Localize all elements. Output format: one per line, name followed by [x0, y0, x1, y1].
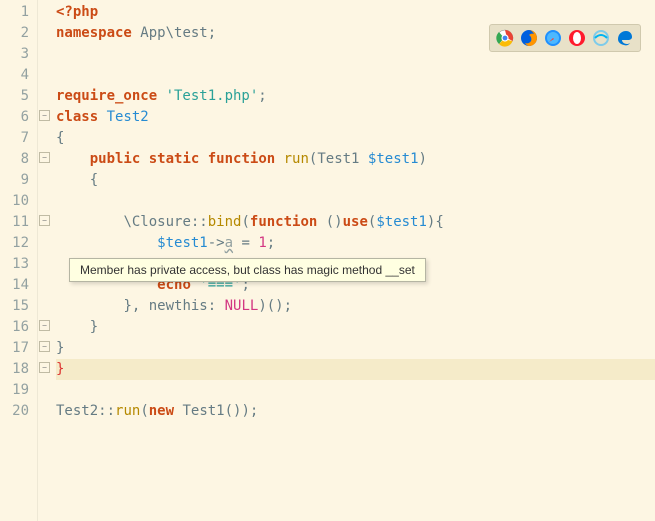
fold-toggle-icon[interactable]: −: [39, 341, 50, 352]
line-number: 13: [8, 254, 29, 275]
line-number: 20: [8, 401, 29, 422]
line-number: 15: [8, 296, 29, 317]
line-number: 10: [8, 191, 29, 212]
line-number: 16: [8, 317, 29, 338]
ie-icon[interactable]: [592, 29, 610, 47]
code-line: public static function run(Test1 $test1): [56, 149, 655, 170]
fold-toggle-icon[interactable]: −: [39, 215, 50, 226]
browser-preview-panel: [489, 24, 641, 52]
edge-icon[interactable]: [616, 29, 634, 47]
code-line: \Closure::bind(function ()use($test1){: [56, 212, 655, 233]
code-line: <?php: [56, 2, 655, 23]
line-number: 7: [8, 128, 29, 149]
line-number: 11: [8, 212, 29, 233]
opera-icon[interactable]: [568, 29, 586, 47]
line-number: 4: [8, 65, 29, 86]
line-number: 19: [8, 380, 29, 401]
safari-icon[interactable]: [544, 29, 562, 47]
line-number: 9: [8, 170, 29, 191]
cursor-brace: }: [56, 361, 64, 377]
line-number: 3: [8, 44, 29, 65]
code-line: {: [56, 170, 655, 191]
firefox-icon[interactable]: [520, 29, 538, 47]
line-number: 8: [8, 149, 29, 170]
fold-gutter: − − − − − −: [38, 0, 52, 521]
line-number: 6: [8, 107, 29, 128]
tooltip-text: Member has private access, but class has…: [80, 263, 415, 277]
line-number: 5: [8, 86, 29, 107]
code-line: class Test2: [56, 107, 655, 128]
code-line: }: [56, 338, 655, 359]
fold-toggle-icon[interactable]: −: [39, 320, 50, 331]
fold-toggle-icon[interactable]: −: [39, 110, 50, 121]
code-line: [56, 65, 655, 86]
code-line-active: }: [56, 359, 655, 380]
fold-toggle-icon[interactable]: −: [39, 152, 50, 163]
code-line: [56, 191, 655, 212]
code-line: $test1->a = 1;: [56, 233, 655, 254]
code-line: }: [56, 317, 655, 338]
line-number: 12: [8, 233, 29, 254]
code-line: }, newthis: NULL)();: [56, 296, 655, 317]
code-line: {: [56, 128, 655, 149]
line-number: 18: [8, 359, 29, 380]
fold-toggle-icon[interactable]: −: [39, 362, 50, 373]
line-number-gutter: 1 2 3 4 5 6 7 8 9 10 11 12 13 14 15 16 1…: [0, 0, 38, 521]
line-number: 14: [8, 275, 29, 296]
line-number: 1: [8, 2, 29, 23]
chrome-icon[interactable]: [496, 29, 514, 47]
line-number: 17: [8, 338, 29, 359]
inspection-tooltip: Member has private access, but class has…: [69, 258, 426, 282]
code-line: Test2::run(new Test1());: [56, 401, 655, 422]
code-line: require_once 'Test1.php';: [56, 86, 655, 107]
line-number: 2: [8, 23, 29, 44]
code-line: [56, 380, 655, 401]
